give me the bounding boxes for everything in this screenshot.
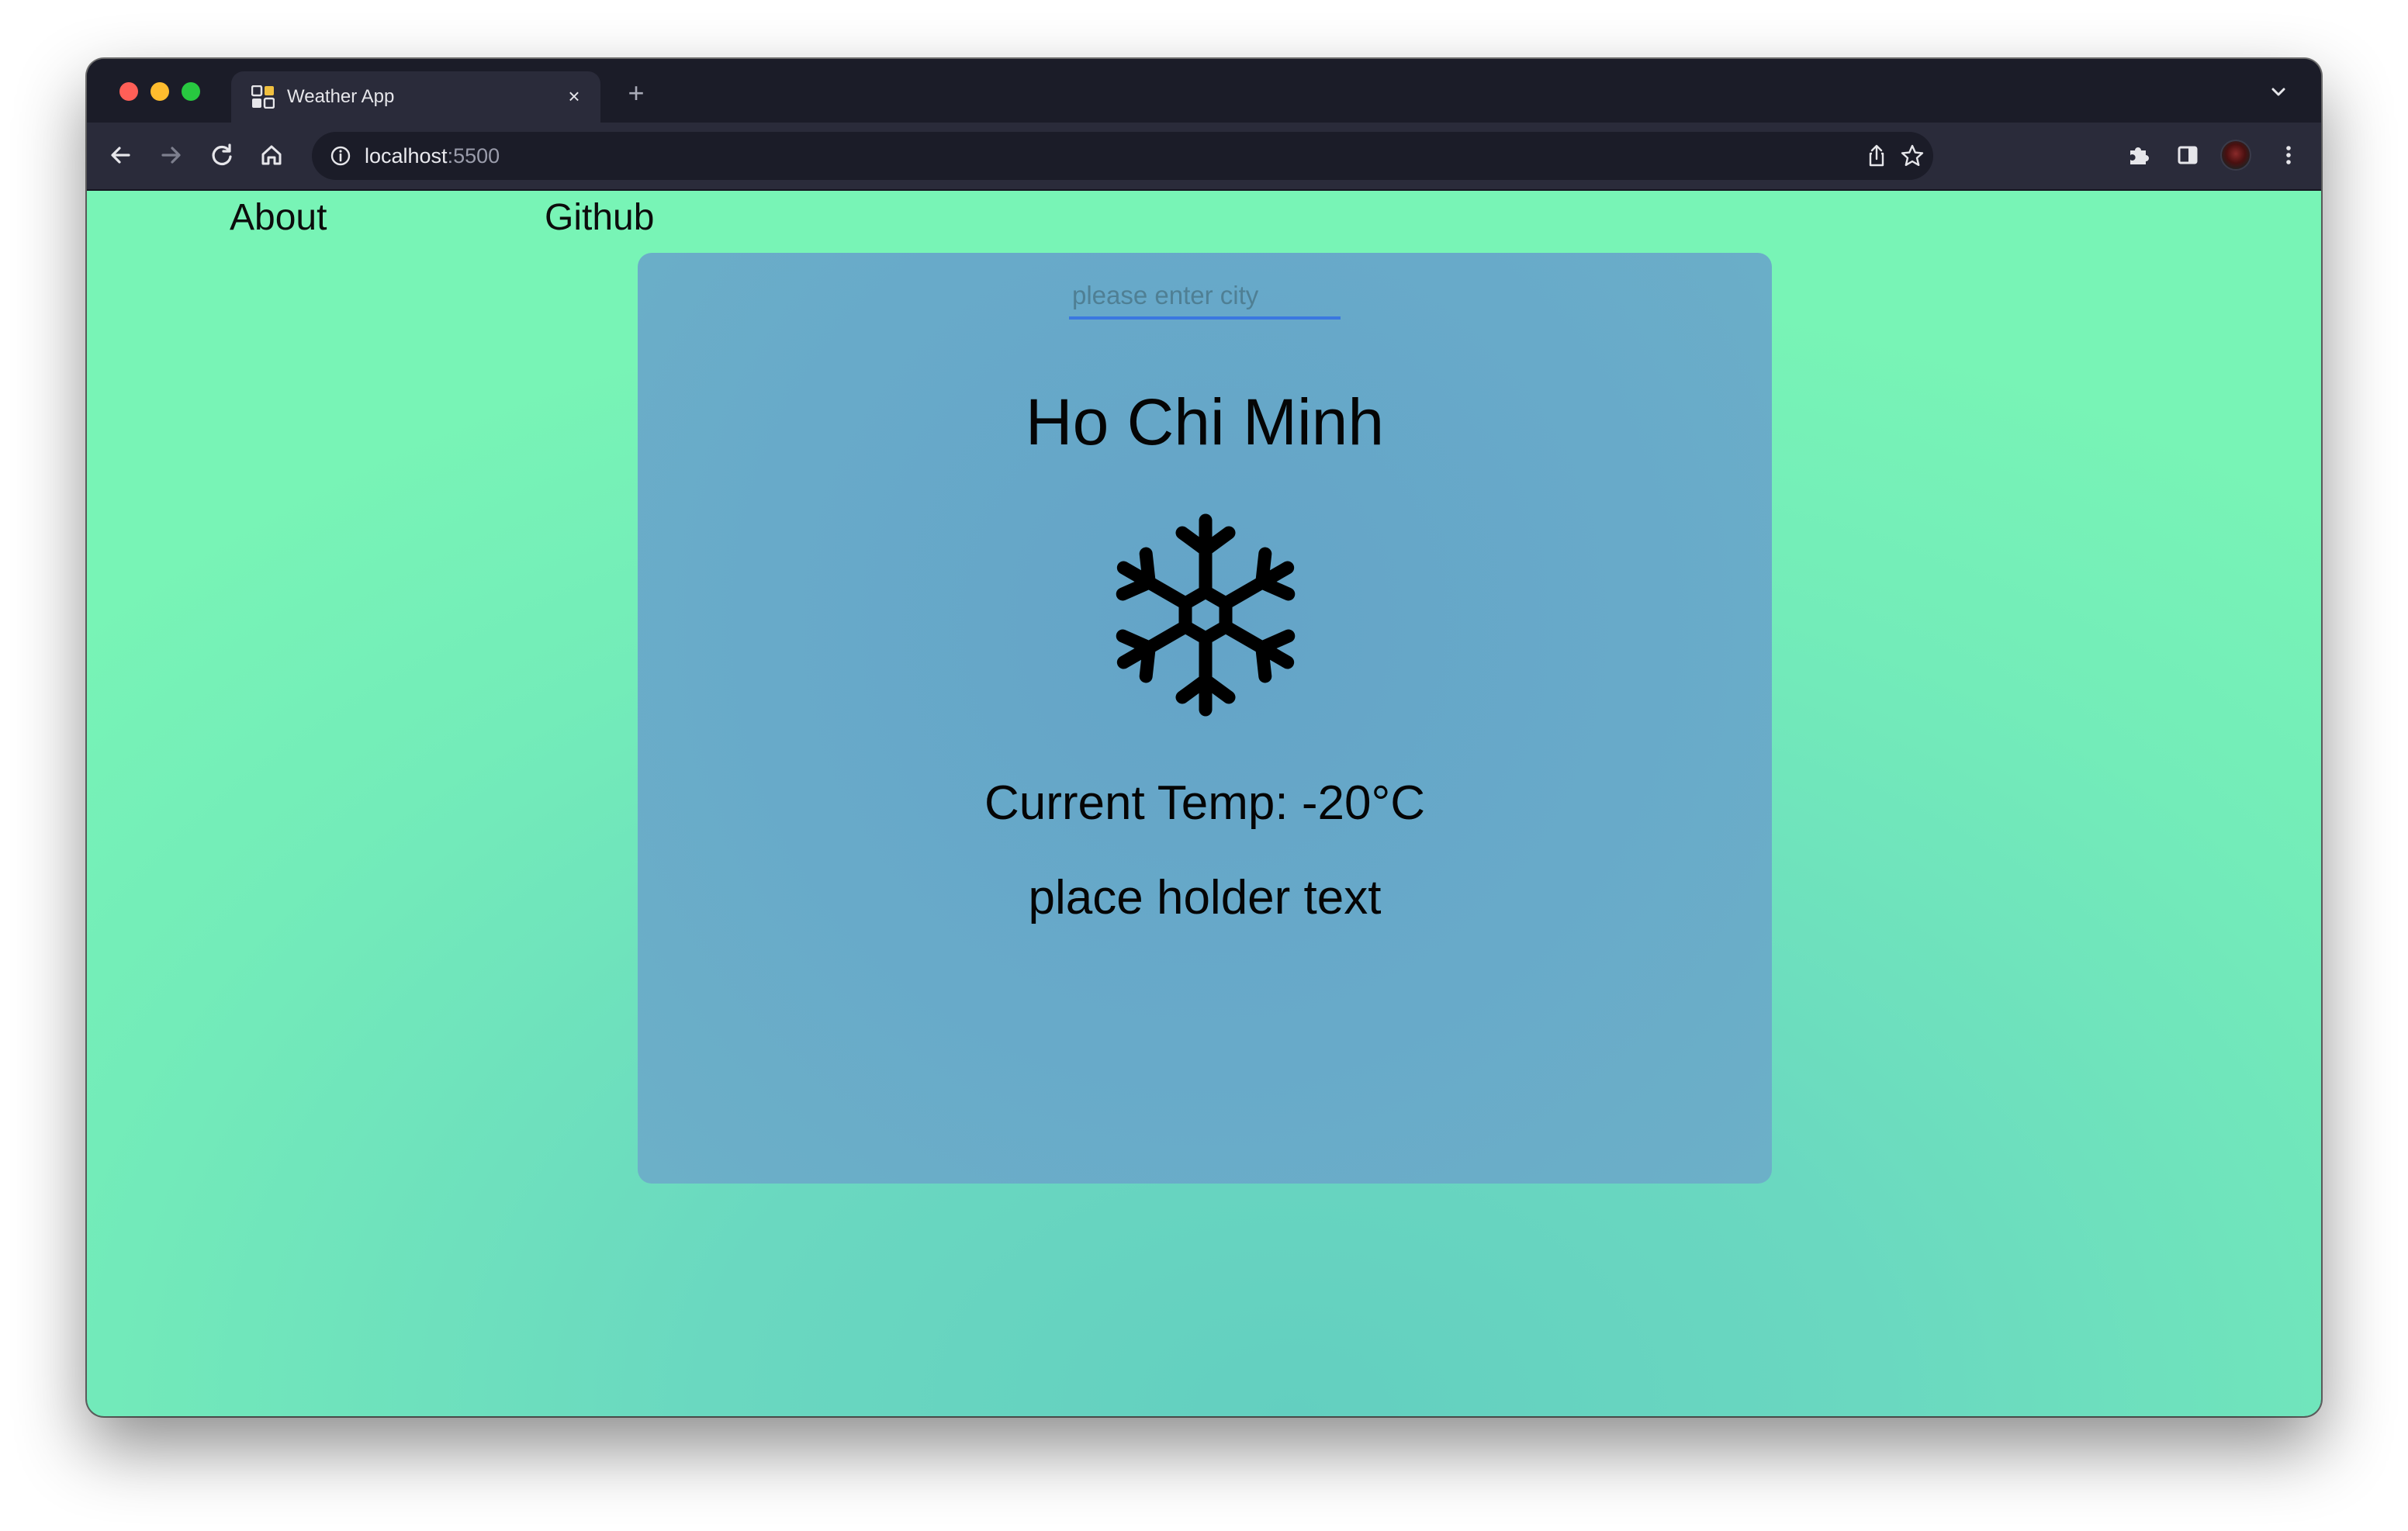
- grid-favicon-icon: [251, 85, 275, 109]
- url-port: :5500: [447, 144, 500, 168]
- url-host: localhost: [365, 144, 448, 168]
- weather-card: Ho Chi Minh: [638, 253, 1772, 1184]
- browser-tab-active[interactable]: Weather App ×: [231, 71, 600, 123]
- maximize-window-button[interactable]: [182, 82, 200, 101]
- reload-icon[interactable]: [205, 138, 239, 172]
- tab-title: Weather App: [287, 86, 395, 107]
- star-icon[interactable]: [1899, 143, 1925, 169]
- minimize-window-button[interactable]: [150, 82, 169, 101]
- weather-description: place holder text: [1028, 871, 1382, 924]
- tab-search-chevron-icon[interactable]: [2267, 81, 2290, 104]
- new-tab-button[interactable]: +: [621, 78, 652, 109]
- close-window-button[interactable]: [119, 82, 138, 101]
- forward-arrow-icon[interactable]: [154, 138, 188, 172]
- tab-close-icon[interactable]: ×: [562, 84, 586, 109]
- avatar[interactable]: [2220, 140, 2251, 171]
- url-text[interactable]: localhost:5500: [365, 144, 500, 168]
- address-bar[interactable]: localhost:5500: [312, 132, 1933, 180]
- nav-link-about[interactable]: About: [230, 191, 327, 245]
- tab-strip: Weather App × +: [87, 59, 2321, 123]
- current-temperature: Current Temp: -20°C: [984, 776, 1426, 830]
- share-icon[interactable]: [1863, 143, 1890, 169]
- home-icon[interactable]: [254, 138, 289, 172]
- browser-window: Weather App × + localhost:5500 About Git…: [87, 59, 2321, 1416]
- city-search-input[interactable]: [1069, 275, 1341, 320]
- nav-link-github[interactable]: Github: [545, 191, 654, 245]
- city-name: Ho Chi Minh: [1025, 385, 1385, 458]
- info-icon[interactable]: [329, 144, 352, 168]
- kebab-menu-icon[interactable]: [2271, 138, 2306, 172]
- page-viewport: About Github Ho Chi Minh: [87, 191, 2321, 1416]
- side-panel-icon[interactable]: [2171, 138, 2205, 172]
- browser-toolbar: localhost:5500: [87, 123, 2321, 191]
- puzzle-icon[interactable]: [2121, 138, 2155, 172]
- back-arrow-icon[interactable]: [104, 138, 138, 172]
- snowflake-icon: [1116, 513, 1296, 717]
